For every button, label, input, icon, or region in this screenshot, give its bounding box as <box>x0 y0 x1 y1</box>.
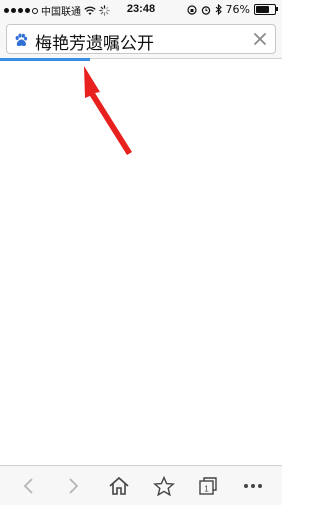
battery-percent: 76% <box>225 3 250 16</box>
chevron-left-icon <box>23 478 33 494</box>
bottom-toolbar: 1 <box>0 465 282 505</box>
tabs-count: 1 <box>204 485 209 494</box>
tabs-button[interactable]: 1 <box>195 473 221 499</box>
address-text[interactable]: 梅艳芳遗嘱公开 <box>35 29 154 54</box>
tabs-icon: 1 <box>199 477 217 495</box>
bookmark-button[interactable] <box>151 473 177 499</box>
battery-icon <box>254 4 278 15</box>
battery-fill <box>256 6 270 13</box>
back-button[interactable] <box>16 473 42 499</box>
clear-icon[interactable] <box>251 30 269 48</box>
home-icon <box>109 476 129 495</box>
forward-button[interactable] <box>60 473 86 499</box>
star-icon <box>153 475 175 496</box>
web-content <box>0 61 282 465</box>
more-icon <box>244 484 262 488</box>
status-right: 76% <box>186 3 278 16</box>
home-button[interactable] <box>106 473 132 499</box>
status-bar: 中国联通 23:48 76% <box>0 0 282 20</box>
chevron-right-icon <box>69 478 79 494</box>
alarm-icon <box>201 5 210 15</box>
browser-toolbar: 梅艳芳遗嘱公开 <box>0 20 282 59</box>
bluetooth-icon <box>215 4 222 15</box>
rotation-lock-icon <box>186 4 197 15</box>
more-menu-button[interactable] <box>240 473 266 499</box>
baidu-paw-icon <box>15 33 28 47</box>
address-bar[interactable]: 梅艳芳遗嘱公开 <box>6 24 276 54</box>
